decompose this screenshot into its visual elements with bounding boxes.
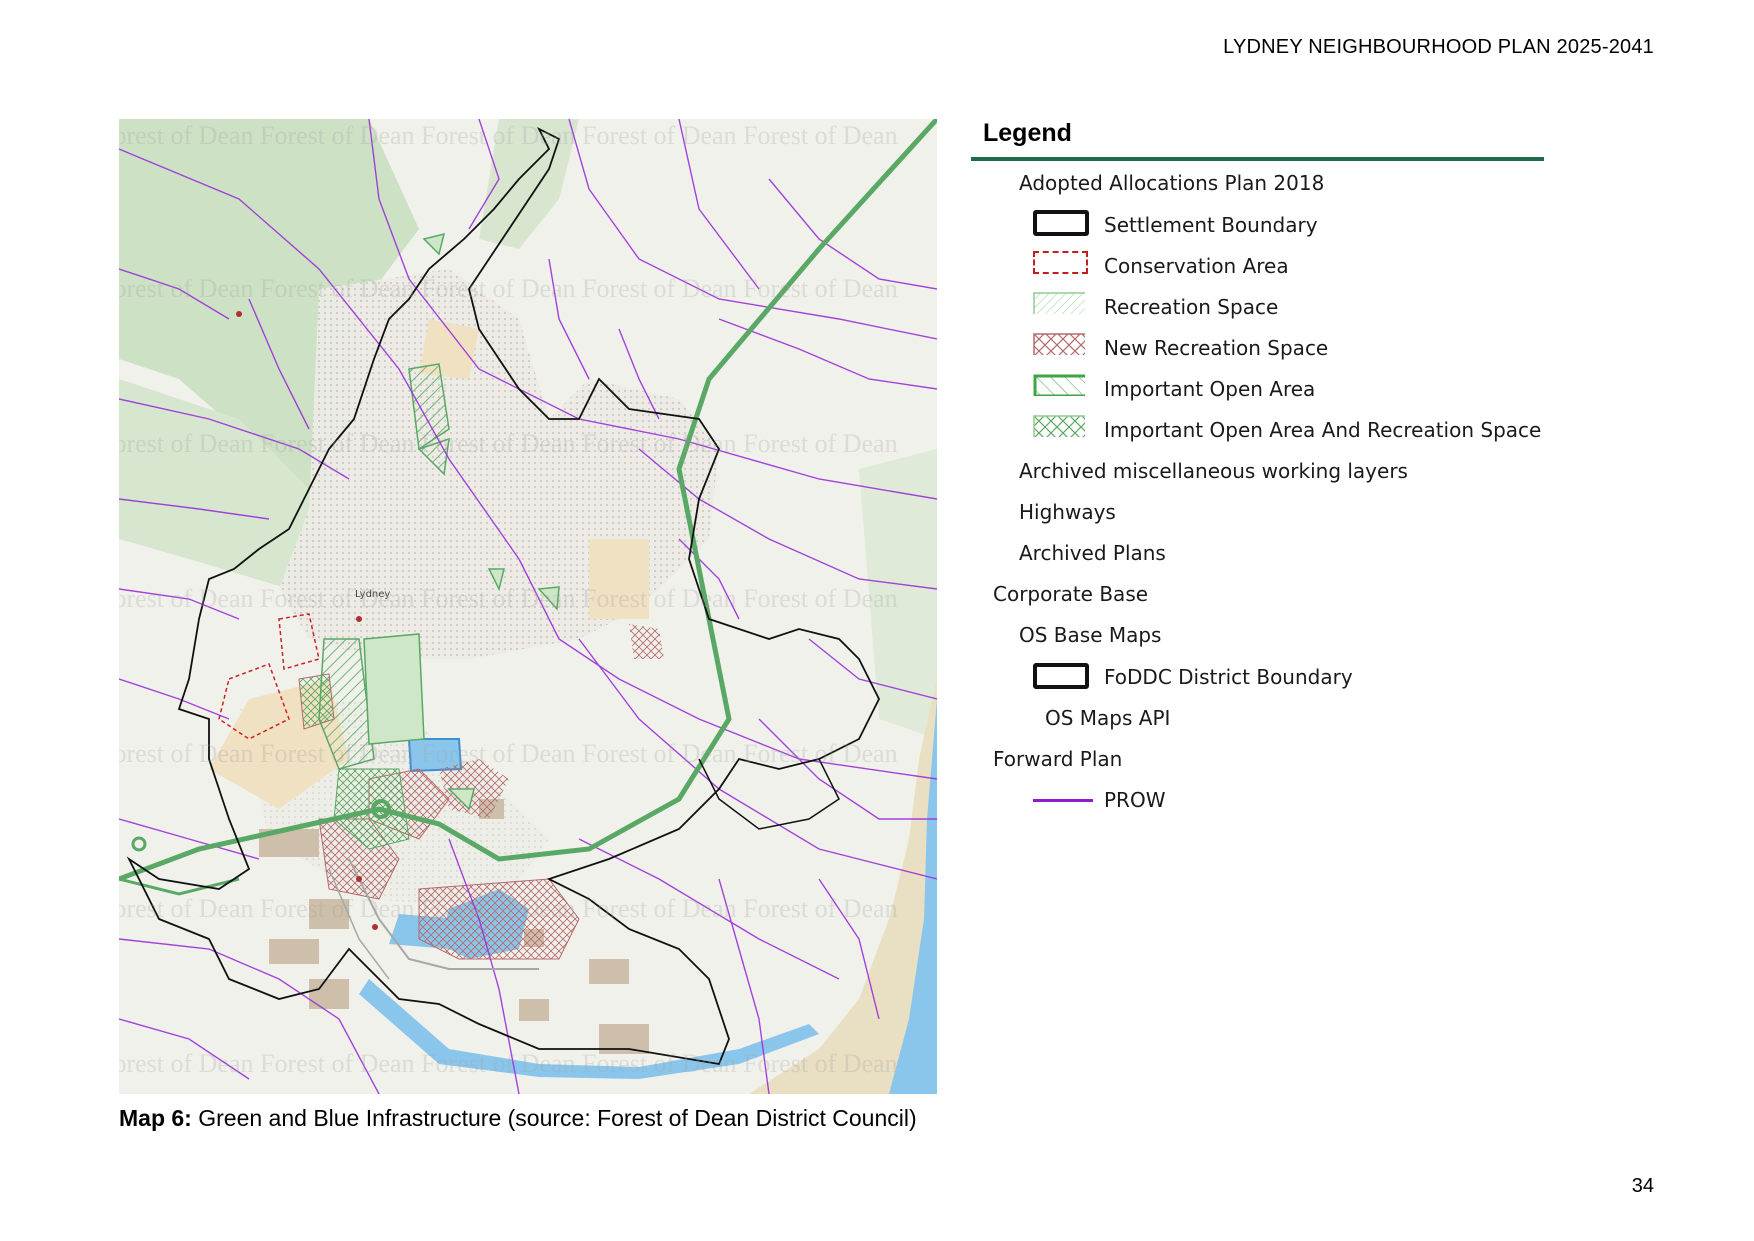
map-watermark: Forest of Dean Forest of Dean Forest of …: [119, 121, 898, 150]
prow-swatch: [1033, 799, 1093, 802]
legend-item-recreation-space: Recreation Space: [1104, 295, 1279, 319]
legend-item-conservation-area: Conservation Area: [1104, 254, 1289, 278]
recreation-space-swatch: [1033, 292, 1085, 314]
legend-title: Legend: [983, 119, 1072, 147]
legend-group-archived-plans: Archived Plans: [1019, 541, 1166, 565]
map-watermark: Forest of Dean Forest of Dean Forest of …: [119, 429, 898, 458]
map-legend: Legend Adopted Allocations Plan 2018 Set…: [971, 119, 1544, 874]
legend-item-important-open-area: Important Open Area: [1104, 377, 1316, 401]
legend-group-archived-layers: Archived miscellaneous working layers: [1019, 459, 1408, 483]
legend-item-new-recreation-space: New Recreation Space: [1104, 336, 1329, 360]
legend-group-adopted-allocations: Adopted Allocations Plan 2018: [1019, 171, 1325, 195]
document-header: LYDNEY NEIGHBOURHOOD PLAN 2025-2041: [1223, 36, 1654, 58]
caption-label: Map 6:: [119, 1105, 192, 1131]
important-open-area-recreation-swatch: [1033, 415, 1085, 437]
map-watermark: Forest of Dean Forest of Dean Forest of …: [119, 274, 898, 303]
caption-text: Green and Blue Infrastructure (source: F…: [191, 1105, 917, 1131]
district-boundary-swatch: [1033, 663, 1089, 689]
legend-item-important-open-area-recreation: Important Open Area And Recreation Space: [1104, 418, 1542, 442]
settlement-boundary-swatch: [1033, 210, 1089, 236]
legend-group-forward-plan: Forward Plan: [993, 747, 1123, 771]
legend-divider: [971, 157, 1544, 161]
legend-item-district-boundary: FoDDC District Boundary: [1104, 665, 1353, 689]
map-watermark: Forest of Dean Forest of Dean Forest of …: [119, 739, 898, 768]
legend-item-prow: PROW: [1104, 788, 1166, 812]
conservation-area-swatch: [1033, 251, 1088, 274]
legend-group-os-base-maps: OS Base Maps: [1019, 623, 1162, 647]
new-recreation-space-swatch: [1033, 333, 1085, 355]
legend-item-settlement-boundary: Settlement Boundary: [1104, 213, 1318, 237]
map-watermark: Forest of Dean Forest of Dean Forest of …: [119, 1049, 898, 1078]
map-watermark: Forest of Dean Forest of Dean Forest of …: [119, 894, 898, 923]
map-image: Lydney Forest of Dean Forest of Dean For…: [119, 119, 937, 1094]
legend-item-os-maps-api: OS Maps API: [1045, 706, 1171, 730]
important-open-area-swatch: [1033, 374, 1085, 396]
map-caption: Map 6: Green and Blue Infrastructure (so…: [119, 1105, 917, 1132]
legend-group-corporate-base: Corporate Base: [993, 582, 1149, 606]
map-watermark: Forest of Dean Forest of Dean Forest of …: [119, 584, 898, 613]
page-number: 34: [1631, 1175, 1654, 1197]
legend-group-highways: Highways: [1019, 500, 1116, 524]
